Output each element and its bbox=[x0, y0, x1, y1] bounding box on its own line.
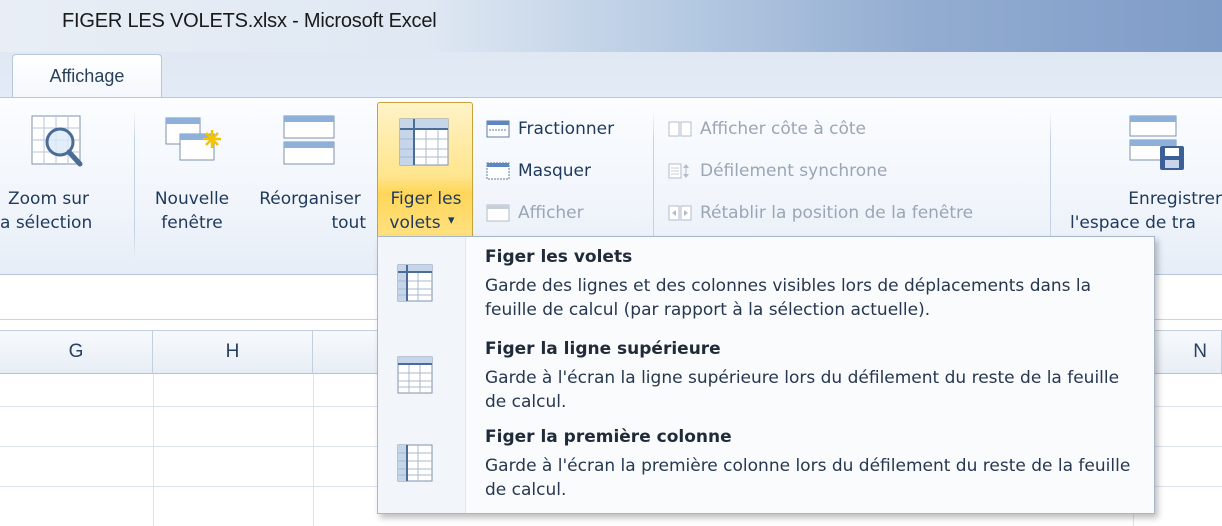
arrange-label-line1: Réorganiser bbox=[259, 189, 361, 209]
unhide-window-icon bbox=[486, 204, 510, 222]
menu-item-title: Figer les volets bbox=[485, 247, 633, 267]
split-icon bbox=[486, 120, 510, 138]
menu-item-title: Figer la première colonne bbox=[485, 427, 732, 447]
zoom-label-line2: a sélection bbox=[0, 213, 93, 233]
save-workspace-icon bbox=[1129, 115, 1184, 170]
freeze-panes-menu: Figer les volets Garde des lignes et des… bbox=[377, 236, 1155, 514]
save-workspace-label-line1: Enregistrer bbox=[1128, 189, 1222, 209]
menu-item-description: Garde à l'écran la première colonne lors… bbox=[485, 456, 1131, 500]
column-header-g[interactable]: G bbox=[0, 330, 153, 374]
new-window-button[interactable]: Nouvelle fenêtre bbox=[142, 106, 242, 256]
side-by-side-icon bbox=[668, 121, 692, 137]
grid-line bbox=[153, 374, 154, 526]
window-title: FIGER LES VOLETS.xlsx - Microsoft Excel bbox=[62, 10, 437, 32]
view-side-by-side-button[interactable]: Afficher côte à côte bbox=[668, 114, 988, 144]
menu-item-description: Garde à l'écran la ligne supérieure lors… bbox=[485, 368, 1120, 412]
sync-scroll-label: Défilement synchrone bbox=[700, 161, 888, 181]
ribbon-separator bbox=[134, 110, 135, 260]
arrange-all-button[interactable]: Réorganiser tout bbox=[244, 106, 376, 256]
unhide-button[interactable]: Afficher bbox=[486, 198, 646, 228]
zoom-selection-icon bbox=[31, 115, 83, 167]
menu-item-freeze-panes[interactable]: Figer les volets Garde des lignes et des… bbox=[378, 241, 1154, 331]
sync-scroll-icon bbox=[668, 163, 689, 179]
split-button[interactable]: Fractionner bbox=[486, 114, 646, 144]
zoom-label-line1: Zoom sur bbox=[8, 189, 90, 209]
freeze-label-line2: volets bbox=[389, 213, 441, 233]
tab-affichage[interactable]: Affichage bbox=[12, 54, 162, 100]
arrange-label-line2: tout bbox=[331, 213, 366, 233]
new-window-label-line1: Nouvelle bbox=[154, 189, 230, 209]
column-header-h[interactable]: H bbox=[153, 330, 313, 374]
freeze-first-column-icon bbox=[397, 444, 433, 482]
hide-label: Masquer bbox=[518, 161, 591, 181]
reset-position-label: Rétablir la position de la fenêtre bbox=[700, 203, 974, 223]
hide-button[interactable]: Masquer bbox=[486, 156, 646, 186]
split-label: Fractionner bbox=[518, 119, 615, 139]
unhide-label: Afficher bbox=[518, 203, 584, 223]
freeze-label-line1: Figer les bbox=[390, 189, 462, 209]
arrange-all-icon bbox=[283, 115, 335, 165]
menu-item-freeze-first-column[interactable]: Figer la première colonne Garde à l'écra… bbox=[378, 421, 1154, 511]
hide-window-icon bbox=[486, 162, 510, 180]
grid-line bbox=[313, 374, 314, 526]
chevron-down-icon: ▾ bbox=[448, 213, 455, 228]
title-bar: FIGER LES VOLETS.xlsx - Microsoft Excel bbox=[0, 0, 1222, 52]
menu-item-description: Garde des lignes et des colonnes visible… bbox=[485, 276, 1092, 320]
freeze-top-row-icon bbox=[397, 356, 433, 394]
freeze-panes-icon bbox=[399, 118, 449, 166]
new-window-icon bbox=[165, 117, 221, 161]
reset-position-icon bbox=[668, 205, 692, 221]
menu-item-freeze-top-row[interactable]: Figer la ligne supérieure Garde à l'écra… bbox=[378, 333, 1154, 423]
menu-item-title: Figer la ligne supérieure bbox=[485, 339, 721, 359]
freeze-panes-icon bbox=[397, 264, 433, 302]
zoom-to-selection-button[interactable]: Zoom sur a sélection bbox=[0, 106, 128, 256]
synchronous-scrolling-button[interactable]: Défilement synchrone bbox=[668, 156, 988, 186]
save-workspace-label-line2: l'espace de tra bbox=[1070, 213, 1196, 233]
ribbon-tab-row: Affichage bbox=[0, 52, 1222, 100]
side-by-side-label: Afficher côte à côte bbox=[700, 119, 867, 139]
new-window-label-line2: fenêtre bbox=[161, 213, 223, 233]
reset-window-position-button[interactable]: Rétablir la position de la fenêtre bbox=[668, 198, 1048, 228]
save-workspace-button[interactable]: Enregistrer l'espace de tra bbox=[1062, 106, 1222, 256]
